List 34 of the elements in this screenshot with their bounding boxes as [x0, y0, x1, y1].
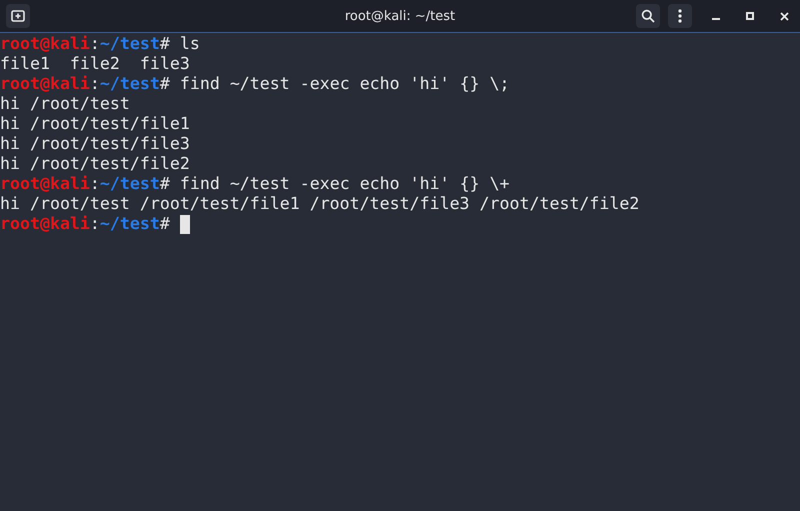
menu-icon [678, 9, 682, 23]
prompt-separator: : [90, 34, 100, 54]
prompt-user-host: root@kali [0, 214, 90, 234]
search-button[interactable] [636, 4, 660, 28]
command-text: find ~/test -exec echo 'hi' {} \; [178, 74, 510, 94]
window-title: root@kali: ~/test [344, 8, 456, 24]
prompt-path: ~/test [100, 74, 160, 94]
command-text: find ~/test -exec echo 'hi' {} \+ [178, 174, 510, 194]
command-text: ls [178, 34, 200, 54]
output-text: hi /root/test/file2 [0, 154, 190, 174]
prompt-separator: : [90, 174, 100, 194]
output-text: file1 file2 file3 [0, 54, 190, 74]
prompt-path: ~/test [100, 34, 160, 54]
prompt-path: ~/test [100, 214, 160, 234]
output-text: hi /root/test [0, 94, 130, 114]
prompt-symbol: # [160, 74, 170, 94]
prompt-separator: : [90, 214, 100, 234]
search-icon [641, 9, 655, 23]
prompt-user-host: root@kali [0, 174, 90, 194]
output-text: hi /root/test/file1 [0, 114, 190, 134]
prompt-symbol: # [160, 214, 170, 234]
prompt-user-host: root@kali [0, 34, 90, 54]
prompt-path: ~/test [100, 174, 160, 194]
output-text: hi /root/test/file3 [0, 134, 190, 154]
new-tab-icon [11, 9, 25, 23]
new-tab-button[interactable] [6, 4, 30, 28]
prompt-user-host: root@kali [0, 74, 90, 94]
prompt-separator: : [90, 74, 100, 94]
maximize-icon [746, 12, 754, 20]
prompt-symbol: # [160, 34, 170, 54]
menu-button[interactable] [668, 4, 692, 28]
output-text: hi /root/test /root/test/file1 /root/test/file3 /root/test/file2 [0, 194, 640, 214]
prompt-symbol: # [160, 174, 170, 194]
close-icon [780, 12, 788, 20]
